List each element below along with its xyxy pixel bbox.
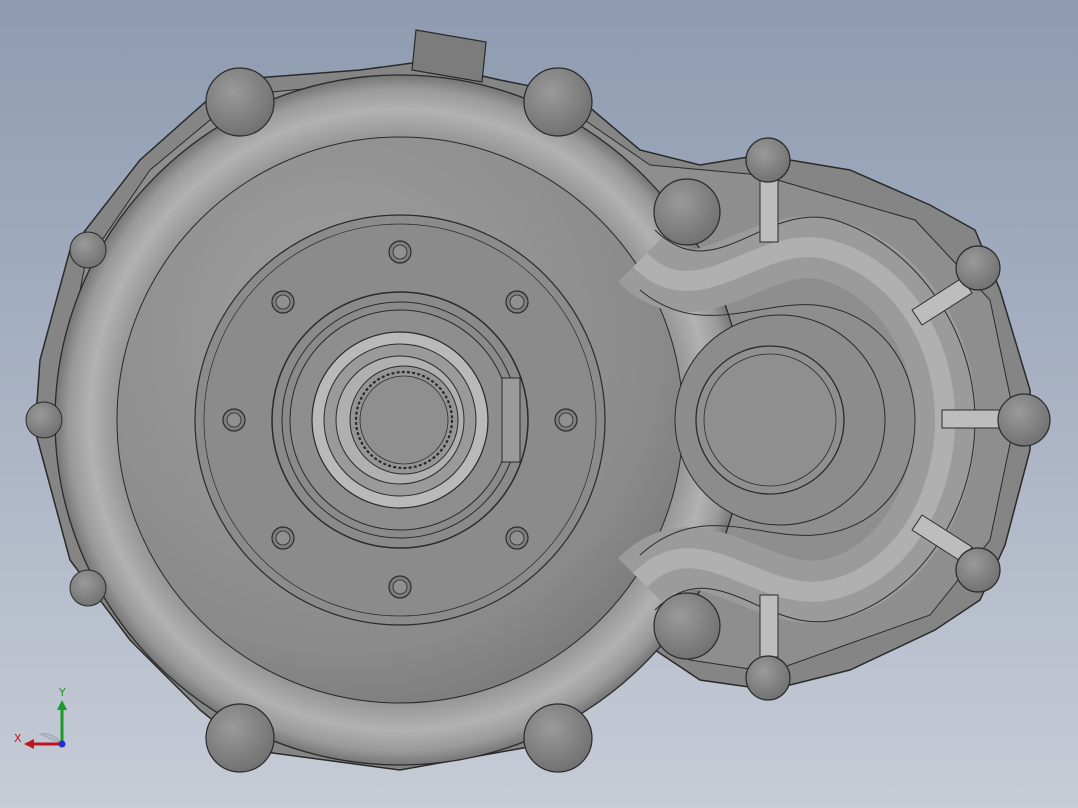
secondary-bearing-bore: [695, 345, 845, 495]
rib: [759, 179, 779, 243]
gearbox-housing-model[interactable]: [0, 0, 1078, 808]
x-axis-arrow: [24, 739, 34, 749]
keyway-slot: [501, 377, 521, 463]
rib: [759, 594, 779, 658]
x-axis-label: X: [14, 732, 22, 745]
y-axis-label: Y: [59, 686, 66, 699]
graphics-viewport[interactable]: X Y: [0, 0, 1078, 808]
y-axis-arrow: [57, 700, 67, 710]
rib: [941, 409, 1003, 429]
z-axis-dot: [58, 740, 66, 748]
reference-triad: X Y: [12, 686, 82, 756]
